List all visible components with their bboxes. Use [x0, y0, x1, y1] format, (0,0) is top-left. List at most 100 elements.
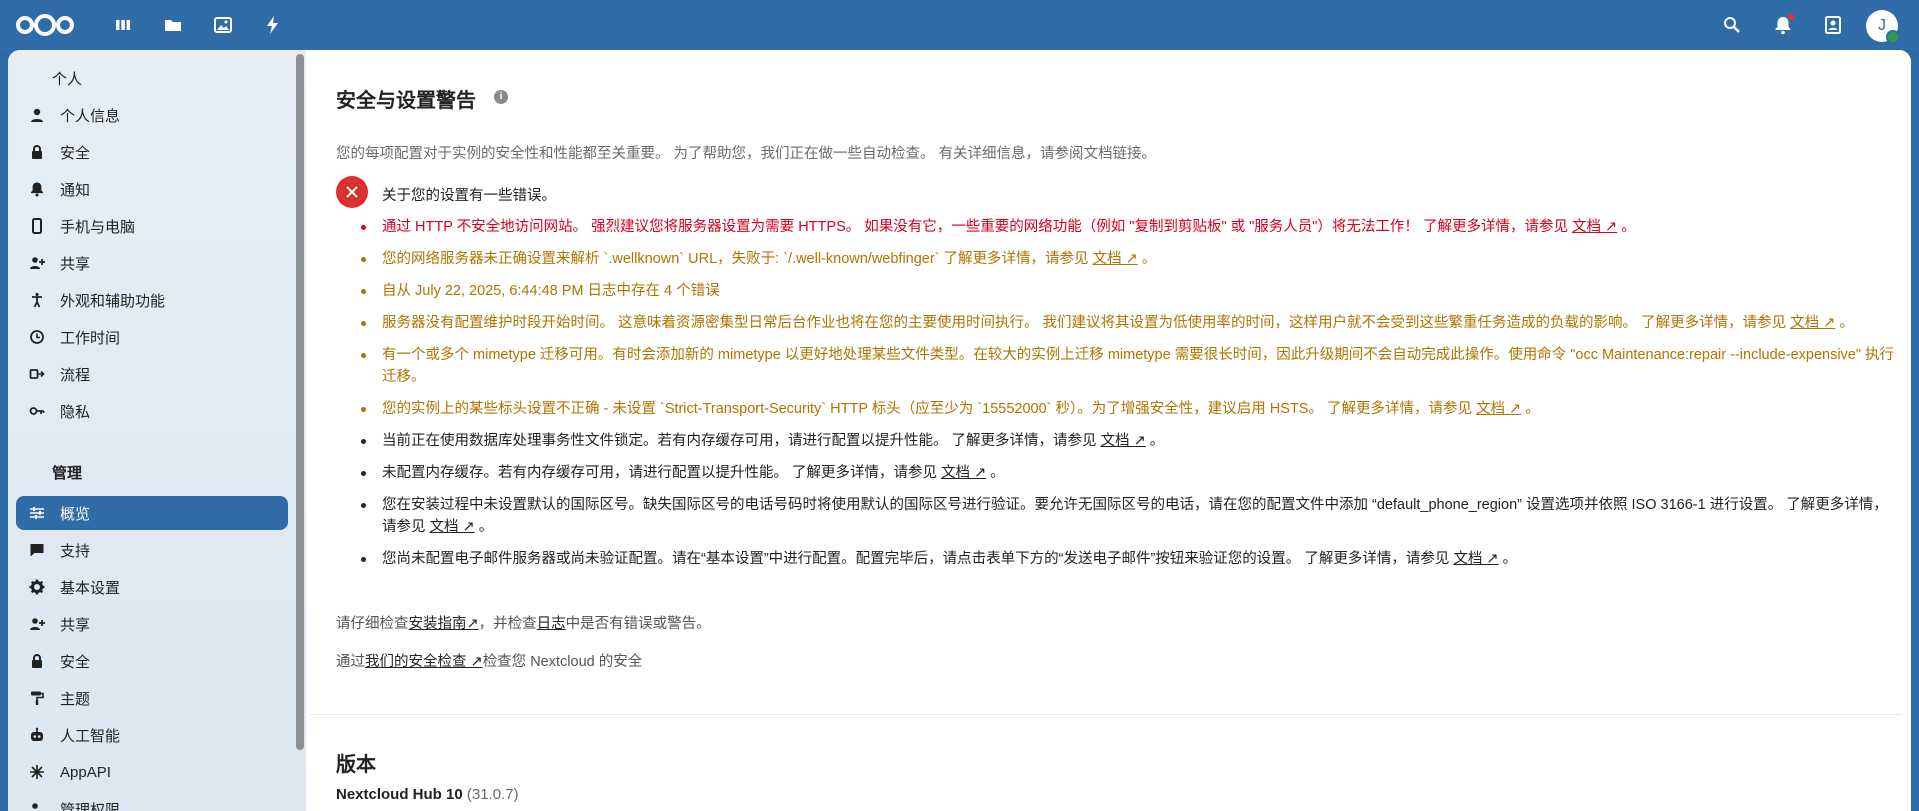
sidebar-item-label: 手机与电脑 — [60, 218, 136, 236]
page-title: 安全与设置警告 — [336, 90, 476, 112]
version-name: Nextcloud Hub 10 — [336, 786, 463, 803]
docs-link[interactable]: 文档 ↗ — [1093, 251, 1138, 267]
review-mid: ，并检查 — [478, 616, 537, 632]
clock-icon — [28, 328, 46, 346]
files-icon[interactable] — [163, 15, 183, 35]
docs-link[interactable]: 文档 ↗ — [430, 519, 475, 535]
issue-text: 服务器没有配置维护时段开始时间。 这意味着资源密集型日常后台作业也将在您的主要使… — [382, 315, 1791, 331]
section-description: 您的每项配置对于实例的安全性和性能都至关重要。 为了帮助您，我们正在做一些自动检… — [336, 146, 1157, 162]
sidebar-item-label: 主题 — [60, 690, 91, 708]
log-link[interactable]: 日志 — [537, 616, 566, 632]
sidebar-item-security[interactable]: 安全 — [16, 135, 288, 169]
docs-link[interactable]: 文档 ↗ — [1572, 219, 1617, 235]
sidebar-item-flow[interactable]: 流程 — [16, 357, 288, 391]
sidebar-item-admin-sharing[interactable]: 共享 — [16, 607, 288, 641]
sidebar-item-appearance[interactable]: 外观和辅助功能 — [16, 283, 288, 317]
issue-text: 有一个或多个 mimetype 迁移可用。有时会添加新的 mimetype 以更… — [382, 347, 1895, 385]
docs-link[interactable]: 文档 ↗ — [1453, 551, 1498, 567]
issue-text: 您尚未配置电子邮件服务器或尚未验证配置。请在“基本设置”中进行配置。配置完毕后，… — [382, 551, 1454, 567]
sidebar-item-label: 通知 — [60, 181, 91, 199]
top-navigation-bar: J — [0, 0, 1919, 50]
issue-item: 未配置内存缓存。若有内存缓存可用，请进行配置以提升性能。 了解更多详情，请参见 … — [336, 462, 1896, 484]
docs-link[interactable]: 文档 ↗ — [1101, 433, 1146, 449]
lock-icon — [28, 143, 46, 161]
sidebar-heading-personal: 个人 — [52, 71, 83, 88]
issue-item: 您在安装过程中未设置默认的国际区号。缺失国际区号的电话号码时将使用默认的国际区号… — [336, 494, 1896, 538]
notification-badge — [1788, 14, 1794, 20]
sidebar-item-label: 基本设置 — [60, 579, 121, 597]
docs-link[interactable]: 文档 ↗ — [941, 465, 986, 481]
sidebar-item-admin-privileges[interactable]: 管理权限 — [16, 792, 288, 811]
sidebar-item-label: 工作时间 — [60, 329, 121, 347]
sidebar-item-mobile-desktop[interactable]: 手机与电脑 — [16, 209, 288, 243]
review-pre: 请仔细检查 — [336, 616, 409, 632]
sidebar-item-working-hours[interactable]: 工作时间 — [16, 320, 288, 354]
issue-tail: 。 — [1137, 251, 1157, 267]
issue-item: 您的实例上的某些标头设置不正确 - 未设置 `Strict-Transport-… — [336, 398, 1896, 420]
sidebar-item-basic-settings[interactable]: 基本设置 — [16, 570, 288, 604]
sidebar-item-label: 支持 — [60, 542, 91, 560]
issue-tail: 。 — [1835, 315, 1854, 331]
lock-icon — [28, 652, 46, 670]
sidebar-item-ai[interactable]: 人工智能 — [16, 718, 288, 752]
contacts-icon[interactable] — [1823, 15, 1843, 35]
paint-roller-icon — [28, 689, 46, 707]
sidebar-item-sharing[interactable]: 共享 — [16, 246, 288, 280]
sidebar-item-appapi[interactable]: AppAPI — [16, 755, 288, 789]
settings-sidebar: 个人 个人信息 安全 通知 手机与电脑 共享 外观和辅助功能 工作时间 流程 隐… — [8, 50, 306, 811]
sidebar-item-label: 管理权限 — [60, 801, 121, 811]
docs-link[interactable]: 文档 ↗ — [1476, 401, 1521, 417]
admin-icon — [28, 800, 46, 811]
install-guide-link[interactable]: 安装指南↗ — [409, 616, 479, 632]
sidebar-item-label: 外观和辅助功能 — [60, 292, 166, 310]
issue-tail: 。 — [1145, 433, 1165, 449]
user-avatar[interactable]: J — [1866, 10, 1900, 44]
flow-icon — [28, 365, 46, 383]
review-note: 请仔细检查安装指南↗，并检查日志中是否有错误或警告。 — [336, 612, 711, 633]
issue-tail: 。 — [474, 519, 494, 535]
app-content: 个人 个人信息 安全 通知 手机与电脑 共享 外观和辅助功能 工作时间 流程 隐… — [8, 50, 1911, 811]
sliders-icon — [28, 504, 46, 522]
key-icon — [28, 402, 46, 420]
review-post: 中是否有错误或警告。 — [565, 616, 711, 632]
sidebar-item-admin-security[interactable]: 安全 — [16, 644, 288, 678]
version-number: (31.0.7) — [466, 786, 519, 803]
person-icon — [28, 106, 46, 124]
online-status-dot — [1886, 30, 1900, 44]
scan-pre: 通过 — [336, 654, 365, 670]
share-icon — [28, 254, 46, 272]
issue-item: 自从 July 22, 2025, 6:44:48 PM 日志中存在 4 个错误 — [336, 280, 1896, 302]
issue-text: 您的网络服务器未正确设置来解析 `.wellknown` URL，失败于: `/… — [382, 251, 1093, 267]
sidebar-item-personal-info[interactable]: 个人信息 — [16, 98, 288, 132]
version-info: Nextcloud Hub 10 (31.0.7) — [336, 786, 519, 803]
sidebar-item-notifications[interactable]: 通知 — [16, 172, 288, 206]
search-icon[interactable] — [1722, 15, 1742, 35]
issue-text: 您在安装过程中未设置默认的国际区号。缺失国际区号的电话号码时将使用默认的国际区号… — [382, 497, 1888, 535]
sidebar-item-label: 概览 — [60, 505, 91, 523]
docs-link[interactable]: 文档 ↗ — [1790, 315, 1835, 331]
issue-text: 未配置内存缓存。若有内存缓存可用，请进行配置以提升性能。 了解更多详情，请参见 — [382, 465, 942, 481]
dashboard-icon[interactable] — [113, 15, 133, 35]
issue-item: 服务器没有配置维护时段开始时间。 这意味着资源密集型日常后台作业也将在您的主要使… — [336, 312, 1896, 334]
sidebar-item-theming[interactable]: 主题 — [16, 681, 288, 715]
info-icon[interactable]: i — [494, 90, 508, 104]
security-scan-note: 通过我们的安全检查 ↗检查您 Nextcloud 的安全 — [336, 650, 642, 671]
accessibility-icon — [28, 291, 46, 309]
scan-post: 检查您 Nextcloud 的安全 — [482, 654, 643, 670]
sidebar-item-label: 共享 — [60, 616, 91, 634]
sidebar-heading-admin: 管理 — [52, 465, 83, 482]
gear-icon — [28, 578, 46, 596]
error-summary: 关于您的设置有一些错误。 — [382, 188, 556, 204]
share-icon — [28, 615, 46, 633]
activity-icon[interactable] — [263, 15, 283, 35]
security-scan-link[interactable]: 我们的安全检查 ↗ — [365, 654, 483, 670]
sidebar-scrollbar[interactable] — [296, 54, 304, 750]
nextcloud-logo-icon[interactable] — [14, 14, 76, 36]
issue-item: 当前正在使用数据库处理事务性文件锁定。若有内存缓存可用，请进行配置以提升性能。 … — [336, 430, 1896, 452]
avatar-initial: J — [1878, 17, 1886, 34]
sidebar-item-support[interactable]: 支持 — [16, 533, 288, 567]
sidebar-item-overview[interactable]: 概览 — [16, 496, 288, 530]
sidebar-item-privacy[interactable]: 隐私 — [16, 394, 288, 428]
photos-icon[interactable] — [213, 15, 233, 35]
issue-tail: 。 — [1498, 551, 1518, 567]
